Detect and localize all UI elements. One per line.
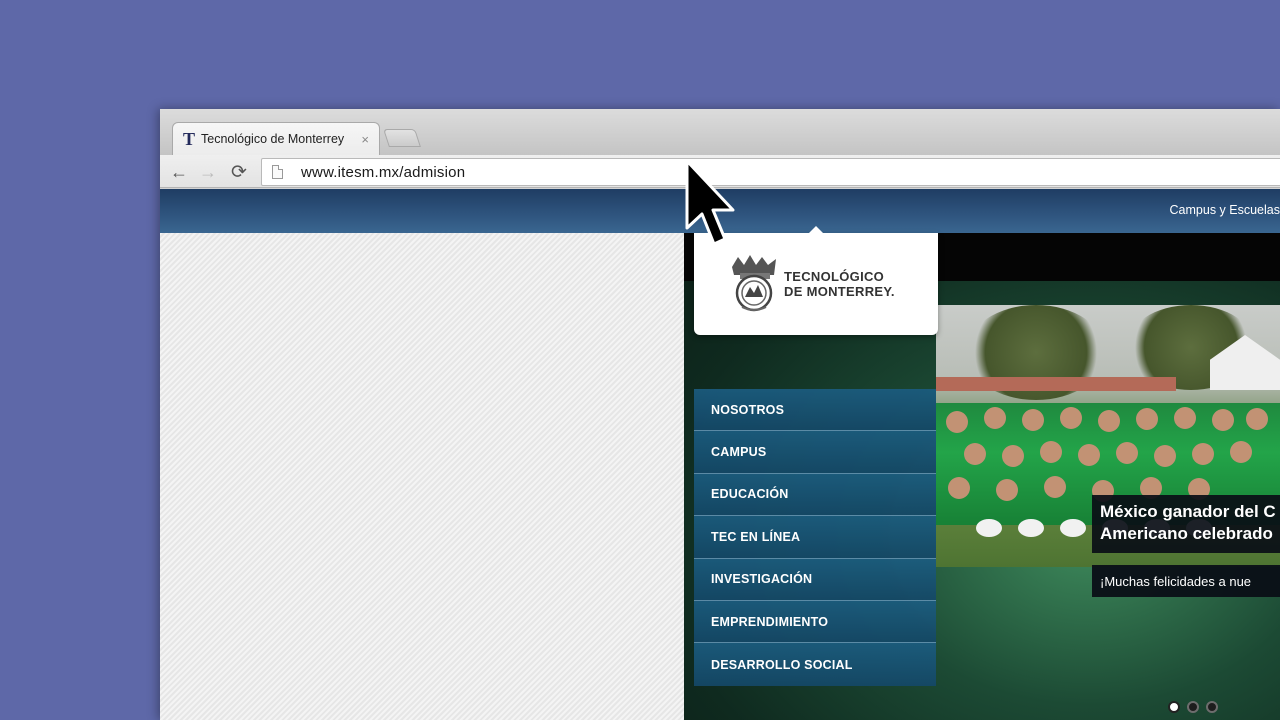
player-head <box>1154 445 1176 467</box>
building-roof <box>936 377 1176 391</box>
menu-item-investigacion[interactable]: INVESTIGACIÓN <box>694 558 936 601</box>
tab-close-icon[interactable]: × <box>361 132 369 147</box>
slide-subtitle[interactable]: ¡Muchas felicidades a nue <box>1092 565 1280 597</box>
carousel-dot-1[interactable] <box>1168 701 1180 713</box>
url-text[interactable]: www.itesm.mx/admision <box>301 164 465 181</box>
logo-mark: . <box>890 284 895 299</box>
menu-item-desarrollo-social[interactable]: DESARROLLO SOCIAL <box>694 643 936 686</box>
player-head <box>1136 408 1158 430</box>
tab-title: Tecnológico de Monterrey <box>201 132 345 146</box>
menu-item-nosotros[interactable]: NOSOTROS <box>694 389 936 432</box>
menu-item-tec-en-linea[interactable]: TEC EN LÍNEA <box>694 516 936 559</box>
player-head <box>1230 441 1252 463</box>
player-head <box>946 411 968 433</box>
football-icon <box>1018 519 1044 537</box>
logo-wordmark: TECNOLÓGICO DE MONTERREY. <box>784 269 895 299</box>
player-head <box>948 477 970 499</box>
player-head <box>1116 442 1138 464</box>
institution-seal-icon <box>732 255 776 312</box>
player-head <box>1078 444 1100 466</box>
back-arrow-icon[interactable]: ← <box>167 160 191 184</box>
player-head <box>984 407 1006 429</box>
menu-item-emprendimiento[interactable]: EMPRENDIMIENTO <box>694 600 936 644</box>
page-icon <box>272 165 283 179</box>
slide-headline-line2: Americano celebrado <box>1100 524 1273 543</box>
menu-item-campus[interactable]: CAMPUS <box>694 431 936 474</box>
player-head <box>996 479 1018 501</box>
player-head <box>1192 443 1214 465</box>
menu-item-educacion[interactable]: EDUCACIÓN <box>694 473 936 517</box>
main-menu: NOSOTROS CAMPUS EDUCACIÓN TEC EN LÍNEA I… <box>694 389 936 686</box>
logo-line-2-text: DE MONTERREY <box>784 284 891 299</box>
logo-line-1: TECNOLÓGICO <box>784 269 885 284</box>
new-tab-button[interactable] <box>383 129 421 147</box>
player-head <box>1040 441 1062 463</box>
carousel-dot-3[interactable] <box>1206 701 1218 713</box>
slide-headline[interactable]: México ganador del C Americano celebrado <box>1092 495 1280 553</box>
reload-icon[interactable]: ⟳ <box>227 160 251 184</box>
carousel-dots <box>1168 701 1218 713</box>
logo-line-2: DE MONTERREY. <box>784 284 895 299</box>
campus-link[interactable]: Campus y Escuelas <box>1170 203 1280 217</box>
page-viewport: Campus y Escuelas México ganador del C A… <box>160 189 1280 720</box>
player-head <box>964 443 986 465</box>
forward-arrow-icon[interactable]: → <box>196 160 220 184</box>
football-icon <box>1060 519 1086 537</box>
player-head <box>1060 407 1082 429</box>
favicon-icon: T <box>183 128 196 149</box>
player-head <box>1212 409 1234 431</box>
player-head <box>1044 476 1066 498</box>
carousel-dot-2[interactable] <box>1187 701 1199 713</box>
address-bar[interactable]: www.itesm.mx/admision <box>261 158 1280 186</box>
player-head <box>1022 409 1044 431</box>
football-icon <box>976 519 1002 537</box>
tab-strip: T Tecnológico de Monterrey × <box>160 109 1280 155</box>
slide-headline-line1: México ganador del C <box>1100 502 1276 521</box>
browser-tab[interactable]: T Tecnológico de Monterrey × <box>172 122 380 155</box>
mouse-cursor-icon <box>685 159 735 246</box>
player-head <box>1246 408 1268 430</box>
player-head <box>1174 407 1196 429</box>
left-pane <box>160 233 684 720</box>
player-head <box>1002 445 1024 467</box>
player-head <box>1098 410 1120 432</box>
